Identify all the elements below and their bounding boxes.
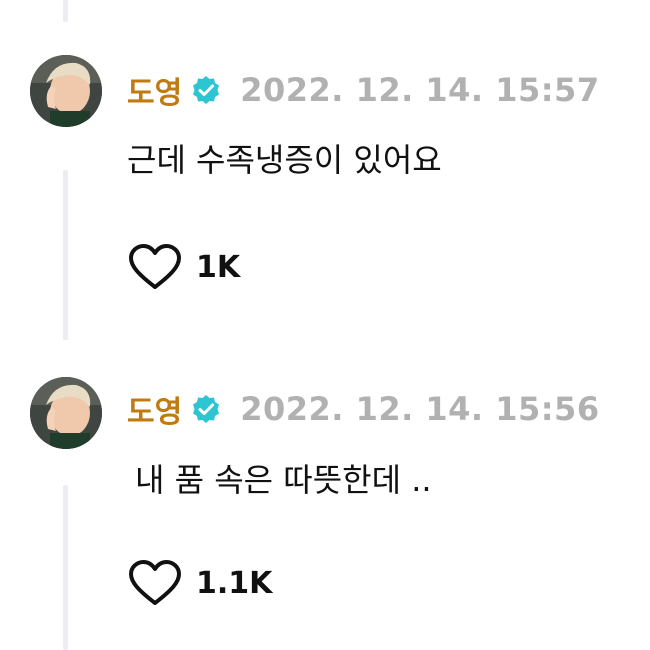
comment-timestamp: 2022. 12. 14. 15:56 bbox=[240, 390, 600, 428]
heart-icon[interactable] bbox=[128, 560, 182, 606]
comment-header: 도영 2022. 12. 14. 15:56 bbox=[127, 387, 600, 431]
comment-feed: 도영 2022. 12. 14. 15:57 근데 수족냉증이 있어요 1K 도… bbox=[0, 0, 650, 650]
comment-text: 내 품 속은 따뜻한데 .. bbox=[135, 461, 432, 499]
author-name[interactable]: 도영 bbox=[127, 387, 182, 431]
avatar[interactable] bbox=[30, 377, 102, 449]
like-row: 1K bbox=[128, 244, 240, 290]
like-row: 1.1K bbox=[128, 560, 272, 606]
like-count: 1K bbox=[196, 249, 241, 285]
heart-icon[interactable] bbox=[128, 244, 182, 290]
avatar[interactable] bbox=[30, 55, 102, 127]
comment-item: 도영 2022. 12. 14. 15:56 내 품 속은 따뜻한데 .. 1.… bbox=[0, 315, 650, 615]
verified-badge-icon bbox=[193, 76, 220, 104]
comment-timestamp: 2022. 12. 14. 15:57 bbox=[240, 71, 600, 109]
comment-text: 근데 수족냉증이 있어요 bbox=[127, 141, 442, 179]
author-name[interactable]: 도영 bbox=[127, 68, 182, 112]
verified-badge-icon bbox=[193, 395, 220, 423]
like-count: 1.1K bbox=[196, 565, 273, 601]
comment-header: 도영 2022. 12. 14. 15:57 bbox=[127, 68, 600, 112]
comment-item: 도영 2022. 12. 14. 15:57 근데 수족냉증이 있어요 1K bbox=[0, 0, 650, 300]
